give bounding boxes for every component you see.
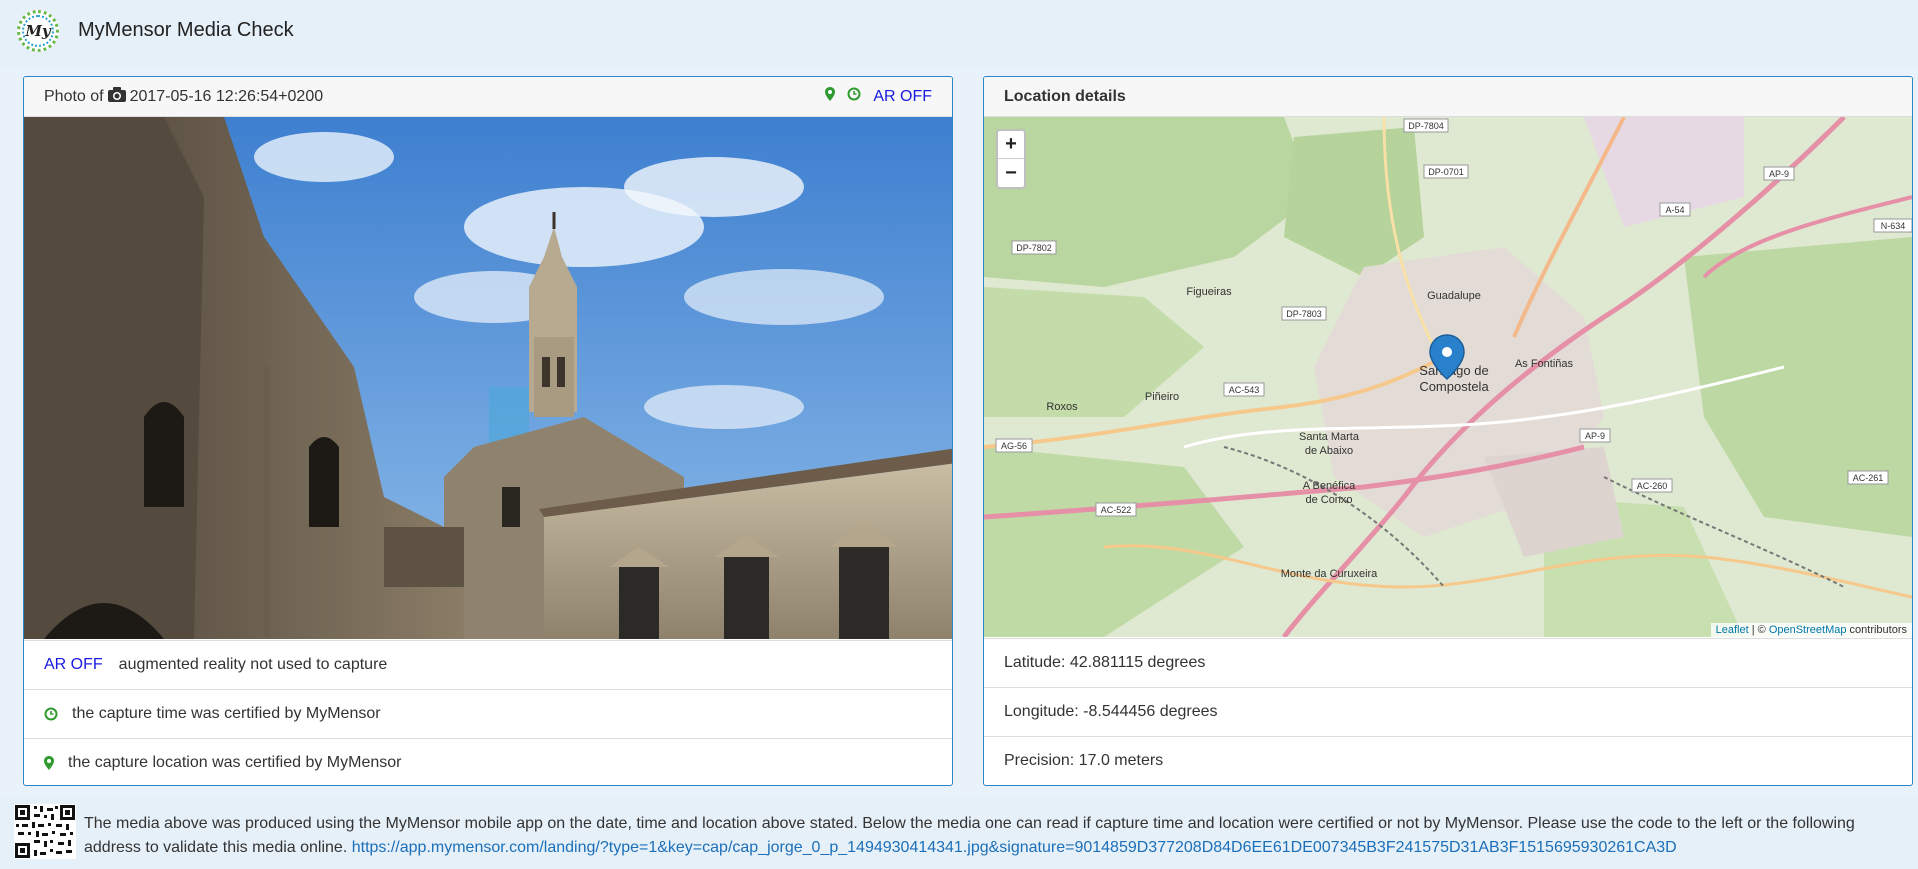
camera-icon (107, 86, 126, 107)
map-label-benefica2: de Conxo (1305, 494, 1352, 506)
ar-status-badge: AR OFF (873, 87, 932, 105)
app-title: MyMensor Media Check (78, 19, 294, 41)
map-label-ap9b: AP-9 (1769, 169, 1789, 179)
map-marker-icon (44, 756, 54, 770)
attribution-suffix: contributors (1846, 624, 1907, 636)
qr-code (14, 804, 76, 859)
location-certified-text: the capture location was certified by My… (68, 754, 402, 771)
photo-header-prefix: Photo of (44, 87, 104, 105)
precision-row: Precision: 17.0 meters (984, 736, 1912, 785)
map-label-as-fontinas: As Fontiñas (1515, 358, 1574, 370)
photo-cathedral-illustration (24, 117, 952, 639)
map-label-a54: A-54 (1665, 205, 1684, 215)
validation-link[interactable]: https://app.mymensor.com/landing/?type=1… (352, 839, 1677, 856)
leaflet-link[interactable]: Leaflet (1716, 624, 1749, 636)
map-label-curuxeira: Monte da Curuxeira (1281, 568, 1378, 580)
mymensor-logo[interactable]: My (17, 10, 59, 52)
photo-timestamp: 2017-05-16 12:26:54+0200 (129, 87, 324, 105)
location-map[interactable]: Santiago de Compostela Guadalupe Figueir… (984, 117, 1912, 637)
map-label-benefica1: A Benéfica (1303, 480, 1356, 492)
map-label-dp7802: DP-7802 (1016, 243, 1052, 253)
footer-description: The media above was produced using the M… (84, 812, 1904, 860)
latitude-row: Latitude: 42.881115 degrees (984, 638, 1912, 687)
map-label-guadalupe: Guadalupe (1427, 290, 1481, 302)
precision-text: Precision: 17.0 meters (1004, 752, 1164, 769)
map-label-santa-marta2: de Abaixo (1305, 445, 1353, 457)
openstreetmap-link[interactable]: OpenStreetMap (1769, 624, 1847, 636)
map-label-dp7803: DP-7803 (1286, 309, 1322, 319)
map-label-city2: Compostela (1419, 379, 1489, 394)
clock-icon (44, 707, 58, 721)
time-certified-row: the capture time was certified by MyMens… (24, 689, 952, 738)
photo-panel: Photo of 2017-05-16 12:26:54+0200 AR OFF (23, 76, 953, 786)
location-panel-header: Location details (984, 77, 1912, 117)
map-label-dp0701: DP-0701 (1428, 167, 1464, 177)
location-panel: Location details de Compostela Guadalupe… (983, 76, 1913, 786)
map-label-roxos: Roxos (1046, 401, 1078, 413)
map-label-ag56: AG-56 (1001, 441, 1027, 451)
attribution-separator: | © (1748, 624, 1769, 636)
zoom-in-button[interactable]: + (998, 131, 1024, 159)
ar-status-row: AR OFF augmented reality not used to cap… (24, 640, 952, 689)
ar-off-label: AR OFF (44, 656, 103, 673)
map-label-ac522: AC-522 (1101, 505, 1132, 515)
logo-text: My (22, 15, 54, 47)
clock-icon (847, 87, 861, 106)
map-label-ap9: AP-9 (1585, 431, 1605, 441)
map-attribution: Leaflet | © OpenStreetMap contributors (1710, 623, 1912, 637)
map-label-ac543: AC-543 (1229, 385, 1260, 395)
captured-photo (24, 117, 952, 639)
top-bar: My MyMensor Media Check (0, 0, 1918, 66)
map-label-n634: N-634 (1881, 221, 1906, 231)
map-label-pineiro: Piñeiro (1145, 391, 1179, 403)
map-label-dp7804: DP-7804 (1408, 121, 1444, 131)
map-label-figueiras: Figueiras (1186, 286, 1232, 298)
latitude-text: Latitude: 42.881115 degrees (1004, 654, 1206, 671)
longitude-row: Longitude: -8.544456 degrees (984, 687, 1912, 736)
photo-panel-header: Photo of 2017-05-16 12:26:54+0200 AR OFF (24, 77, 952, 117)
map-label-ac260: AC-260 (1637, 481, 1668, 491)
time-certified-text: the capture time was certified by MyMens… (72, 705, 381, 722)
map-zoom-control: + − (996, 129, 1026, 189)
zoom-out-button[interactable]: − (998, 159, 1024, 187)
longitude-text: Longitude: -8.544456 degrees (1004, 703, 1218, 720)
map-label-santa-marta1: Santa Marta (1299, 431, 1360, 443)
map-marker-icon (825, 87, 836, 106)
map-label-ac261: AC-261 (1853, 473, 1884, 483)
map-tiles: Santiago de Compostela Guadalupe Figueir… (984, 117, 1912, 637)
location-certified-row: the capture location was certified by My… (24, 738, 952, 785)
footer: The media above was produced using the M… (0, 796, 1918, 869)
ar-status-text: augmented reality not used to capture (118, 656, 388, 673)
